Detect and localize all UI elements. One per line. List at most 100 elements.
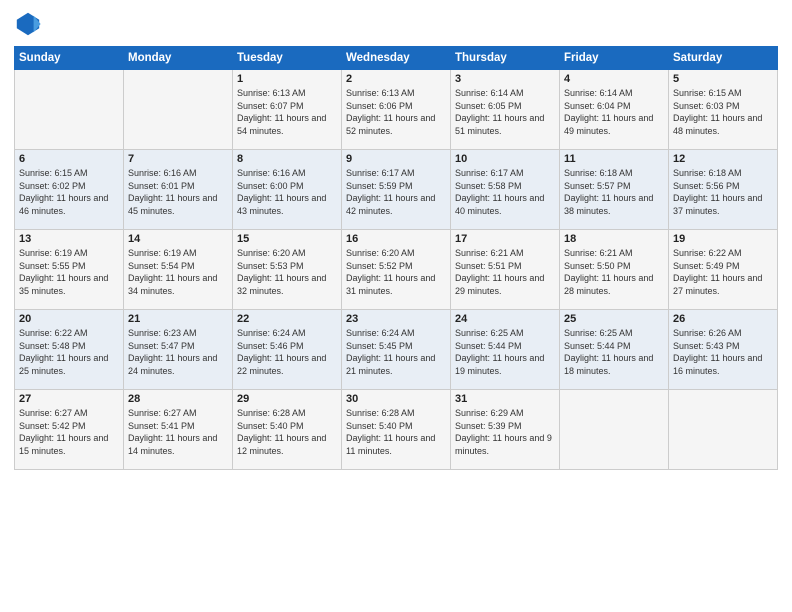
logo — [14, 10, 46, 38]
day-info: Sunrise: 6:22 AM Sunset: 5:48 PM Dayligh… — [19, 327, 119, 377]
day-number: 3 — [455, 73, 555, 85]
day-info: Sunrise: 6:20 AM Sunset: 5:53 PM Dayligh… — [237, 247, 337, 297]
day-number: 10 — [455, 153, 555, 165]
day-cell: 28 Sunrise: 6:27 AM Sunset: 5:41 PM Dayli… — [124, 390, 233, 470]
day-info: Sunrise: 6:13 AM Sunset: 6:07 PM Dayligh… — [237, 87, 337, 137]
day-cell: 13 Sunrise: 6:19 AM Sunset: 5:55 PM Dayli… — [15, 230, 124, 310]
day-info: Sunrise: 6:17 AM Sunset: 5:59 PM Dayligh… — [346, 167, 446, 217]
page-container: SundayMondayTuesdayWednesdayThursdayFrid… — [0, 0, 792, 612]
day-cell: 24 Sunrise: 6:25 AM Sunset: 5:44 PM Dayli… — [451, 310, 560, 390]
day-cell: 30 Sunrise: 6:28 AM Sunset: 5:40 PM Dayli… — [342, 390, 451, 470]
day-number: 8 — [237, 153, 337, 165]
day-info: Sunrise: 6:26 AM Sunset: 5:43 PM Dayligh… — [673, 327, 773, 377]
day-number: 29 — [237, 393, 337, 405]
day-cell: 2 Sunrise: 6:13 AM Sunset: 6:06 PM Daylig… — [342, 70, 451, 150]
day-info: Sunrise: 6:22 AM Sunset: 5:49 PM Dayligh… — [673, 247, 773, 297]
day-info: Sunrise: 6:15 AM Sunset: 6:03 PM Dayligh… — [673, 87, 773, 137]
day-number: 6 — [19, 153, 119, 165]
day-cell — [560, 390, 669, 470]
day-info: Sunrise: 6:14 AM Sunset: 6:05 PM Dayligh… — [455, 87, 555, 137]
day-info: Sunrise: 6:21 AM Sunset: 5:50 PM Dayligh… — [564, 247, 664, 297]
day-cell: 23Sunrise: 6:24 AM Sunset: 5:45 PM Dayli… — [342, 310, 451, 390]
day-number: 13 — [19, 233, 119, 245]
calendar-table: SundayMondayTuesdayWednesdayThursdayFrid… — [14, 46, 778, 470]
day-number: 30 — [346, 393, 446, 405]
day-info: Sunrise: 6:25 AM Sunset: 5:44 PM Dayligh… — [564, 327, 664, 377]
day-info: Sunrise: 6:29 AM Sunset: 5:39 PM Dayligh… — [455, 407, 555, 457]
header — [14, 10, 778, 38]
day-header-wednesday: Wednesday — [342, 47, 451, 70]
week-row-1: 1 Sunrise: 6:13 AM Sunset: 6:07 PM Daylig… — [15, 70, 778, 150]
day-cell: 14Sunrise: 6:19 AM Sunset: 5:54 PM Dayli… — [124, 230, 233, 310]
day-number: 1 — [237, 73, 337, 85]
day-number: 11 — [564, 153, 664, 165]
day-cell — [669, 390, 778, 470]
day-cell: 29 Sunrise: 6:28 AM Sunset: 5:40 PM Dayli… — [233, 390, 342, 470]
day-header-saturday: Saturday — [669, 47, 778, 70]
day-info: Sunrise: 6:27 AM Sunset: 5:42 PM Dayligh… — [19, 407, 119, 457]
day-cell: 16 Sunrise: 6:20 AM Sunset: 5:52 PM Dayli… — [342, 230, 451, 310]
day-number: 2 — [346, 73, 446, 85]
day-info: Sunrise: 6:19 AM Sunset: 5:54 PM Dayligh… — [128, 247, 228, 297]
day-info: Sunrise: 6:27 AM Sunset: 5:41 PM Dayligh… — [128, 407, 228, 457]
day-cell: 27 Sunrise: 6:27 AM Sunset: 5:42 PM Dayli… — [15, 390, 124, 470]
day-cell: 17 Sunrise: 6:21 AM Sunset: 5:51 PM Dayli… — [451, 230, 560, 310]
day-number: 9 — [346, 153, 446, 165]
day-info: Sunrise: 6:17 AM Sunset: 5:58 PM Dayligh… — [455, 167, 555, 217]
day-number: 26 — [673, 313, 773, 325]
day-header-monday: Monday — [124, 47, 233, 70]
day-cell: 9 Sunrise: 6:17 AM Sunset: 5:59 PM Daylig… — [342, 150, 451, 230]
day-info: Sunrise: 6:28 AM Sunset: 5:40 PM Dayligh… — [237, 407, 337, 457]
day-number: 4 — [564, 73, 664, 85]
day-cell — [124, 70, 233, 150]
day-number: 24 — [455, 313, 555, 325]
day-cell: 22 Sunrise: 6:24 AM Sunset: 5:46 PM Dayli… — [233, 310, 342, 390]
day-number: 21 — [128, 313, 228, 325]
day-number: 15 — [237, 233, 337, 245]
day-number: 28 — [128, 393, 228, 405]
day-info: Sunrise: 6:28 AM Sunset: 5:40 PM Dayligh… — [346, 407, 446, 457]
day-cell: 11 Sunrise: 6:18 AM Sunset: 5:57 PM Dayli… — [560, 150, 669, 230]
day-info: Sunrise: 6:18 AM Sunset: 5:56 PM Dayligh… — [673, 167, 773, 217]
day-info: Sunrise: 6:18 AM Sunset: 5:57 PM Dayligh… — [564, 167, 664, 217]
day-cell: 7 Sunrise: 6:16 AM Sunset: 6:01 PM Daylig… — [124, 150, 233, 230]
day-info: Sunrise: 6:13 AM Sunset: 6:06 PM Dayligh… — [346, 87, 446, 137]
day-number: 20 — [19, 313, 119, 325]
day-number: 12 — [673, 153, 773, 165]
day-cell: 8Sunrise: 6:16 AM Sunset: 6:00 PM Daylig… — [233, 150, 342, 230]
day-cell: 5 Sunrise: 6:15 AM Sunset: 6:03 PM Daylig… — [669, 70, 778, 150]
day-number: 7 — [128, 153, 228, 165]
day-cell: 6Sunrise: 6:15 AM Sunset: 6:02 PM Daylig… — [15, 150, 124, 230]
day-cell: 31Sunrise: 6:29 AM Sunset: 5:39 PM Dayli… — [451, 390, 560, 470]
day-cell: 1 Sunrise: 6:13 AM Sunset: 6:07 PM Daylig… — [233, 70, 342, 150]
day-number: 5 — [673, 73, 773, 85]
day-header-thursday: Thursday — [451, 47, 560, 70]
day-info: Sunrise: 6:14 AM Sunset: 6:04 PM Dayligh… — [564, 87, 664, 137]
day-number: 17 — [455, 233, 555, 245]
header-row: SundayMondayTuesdayWednesdayThursdayFrid… — [15, 47, 778, 70]
day-info: Sunrise: 6:20 AM Sunset: 5:52 PM Dayligh… — [346, 247, 446, 297]
day-info: Sunrise: 6:25 AM Sunset: 5:44 PM Dayligh… — [455, 327, 555, 377]
day-info: Sunrise: 6:16 AM Sunset: 6:01 PM Dayligh… — [128, 167, 228, 217]
day-info: Sunrise: 6:19 AM Sunset: 5:55 PM Dayligh… — [19, 247, 119, 297]
week-row-5: 27 Sunrise: 6:27 AM Sunset: 5:42 PM Dayli… — [15, 390, 778, 470]
day-cell: 3 Sunrise: 6:14 AM Sunset: 6:05 PM Daylig… — [451, 70, 560, 150]
day-number: 23 — [346, 313, 446, 325]
day-cell: 20 Sunrise: 6:22 AM Sunset: 5:48 PM Dayli… — [15, 310, 124, 390]
week-row-4: 20 Sunrise: 6:22 AM Sunset: 5:48 PM Dayli… — [15, 310, 778, 390]
day-info: Sunrise: 6:21 AM Sunset: 5:51 PM Dayligh… — [455, 247, 555, 297]
day-cell: 10 Sunrise: 6:17 AM Sunset: 5:58 PM Dayli… — [451, 150, 560, 230]
day-header-tuesday: Tuesday — [233, 47, 342, 70]
day-cell — [15, 70, 124, 150]
day-number: 19 — [673, 233, 773, 245]
day-cell: 25Sunrise: 6:25 AM Sunset: 5:44 PM Dayli… — [560, 310, 669, 390]
day-cell: 26 Sunrise: 6:26 AM Sunset: 5:43 PM Dayli… — [669, 310, 778, 390]
day-cell: 18 Sunrise: 6:21 AM Sunset: 5:50 PM Dayli… — [560, 230, 669, 310]
week-row-2: 6Sunrise: 6:15 AM Sunset: 6:02 PM Daylig… — [15, 150, 778, 230]
day-number: 27 — [19, 393, 119, 405]
day-number: 16 — [346, 233, 446, 245]
day-number: 18 — [564, 233, 664, 245]
day-info: Sunrise: 6:24 AM Sunset: 5:46 PM Dayligh… — [237, 327, 337, 377]
day-number: 22 — [237, 313, 337, 325]
day-cell: 12 Sunrise: 6:18 AM Sunset: 5:56 PM Dayli… — [669, 150, 778, 230]
